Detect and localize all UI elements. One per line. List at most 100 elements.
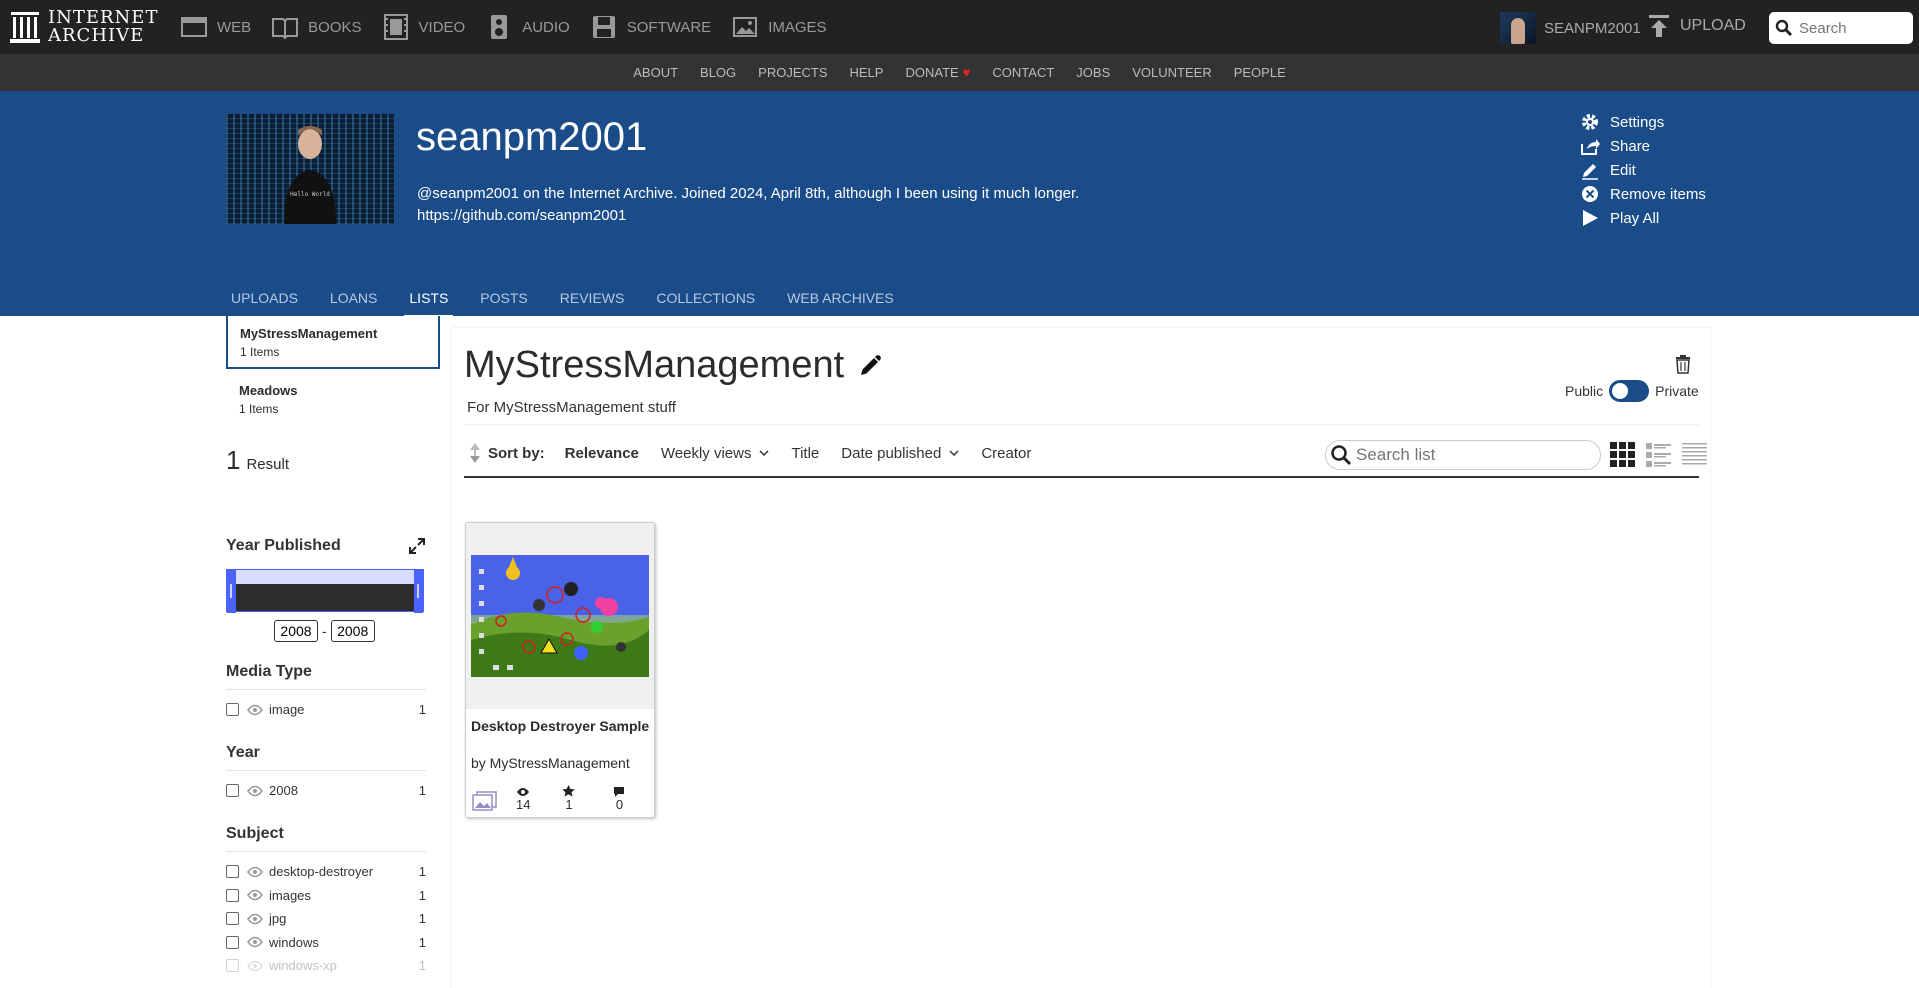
remove-circle-icon <box>1582 186 1598 202</box>
upload-label: UPLOAD <box>1680 17 1746 34</box>
media-images[interactable]: IMAGES <box>731 13 827 41</box>
media-audio[interactable]: AUDIO <box>485 13 570 41</box>
nav-help[interactable]: HELP <box>850 65 884 80</box>
eye-icon[interactable] <box>247 704 263 716</box>
user-menu[interactable]: SEANPM2001 <box>1500 12 1641 44</box>
nav-volunteer[interactable]: VOLUNTEER <box>1132 65 1211 80</box>
upload-button[interactable]: UPLOAD <box>1648 14 1746 38</box>
media-software[interactable]: SOFTWARE <box>590 13 711 41</box>
list-item-meadows[interactable]: Meadows 1 Items <box>226 375 440 424</box>
facet-label: windows <box>269 934 319 950</box>
privacy-toggle[interactable] <box>1609 380 1650 402</box>
facet-title: Subject <box>226 825 426 852</box>
media-books-label: BOOKS <box>308 18 362 36</box>
media-books[interactable]: BOOKS <box>271 13 362 41</box>
year-published-title: Year Published <box>226 537 341 554</box>
play-all-action[interactable]: Play All <box>1580 206 1706 230</box>
compact-list-view-icon[interactable] <box>1681 440 1708 468</box>
sort-option-label: Date published <box>841 444 942 462</box>
facet-row[interactable]: windows-xp 1 <box>226 954 426 978</box>
profile-link[interactable]: https://github.com/seanpm2001 <box>417 205 1117 227</box>
site-search-input[interactable] <box>1799 19 1903 37</box>
eye-icon[interactable] <box>247 785 263 797</box>
year-to-input[interactable] <box>330 620 375 642</box>
facet-checkbox[interactable] <box>226 959 239 973</box>
media-web[interactable]: WEB <box>180 13 251 41</box>
nav-jobs[interactable]: JOBS <box>1076 65 1110 80</box>
archive-building-icon <box>10 12 40 43</box>
year-histogram <box>226 569 424 613</box>
pencil-icon[interactable] <box>858 354 882 378</box>
nav-about[interactable]: ABOUT <box>633 65 678 80</box>
tab-reviews[interactable]: REVIEWS <box>555 290 630 318</box>
nav-people[interactable]: PEOPLE <box>1234 65 1286 80</box>
nav-projects[interactable]: PROJECTS <box>758 65 827 80</box>
histogram-min-handle[interactable] <box>227 570 236 613</box>
facet-checkbox[interactable] <box>226 784 239 798</box>
share-label: Share <box>1610 137 1651 155</box>
facet-checkbox[interactable] <box>226 912 239 926</box>
tab-web-archives[interactable]: WEB ARCHIVES <box>782 290 899 318</box>
item-tile[interactable]: Desktop Destroyer Sample by MyStressMana… <box>465 522 655 818</box>
sort-icon <box>470 443 480 463</box>
top-navigation-bar: INTERNET ARCHIVE WEB BOOKS VIDEO AUDIO S… <box>0 0 1919 54</box>
edit-action[interactable]: Edit <box>1580 158 1706 182</box>
eye-icon[interactable] <box>247 936 263 948</box>
list-item-mystressmanagement[interactable]: MyStressManagement 1 Items <box>226 316 440 369</box>
username-label: SEANPM2001 <box>1544 19 1641 37</box>
facet-checkbox[interactable] <box>226 935 239 949</box>
media-audio-label: AUDIO <box>522 18 570 36</box>
nav-contact[interactable]: CONTACT <box>992 65 1054 80</box>
sort-date-published[interactable]: Date published <box>841 445 959 462</box>
facet-checkbox[interactable] <box>226 888 239 902</box>
avatar-shirt-text: Hello World <box>290 191 330 198</box>
item-creator[interactable]: by MyStressManagement <box>471 755 630 771</box>
facet-checkbox[interactable] <box>226 703 239 717</box>
tab-lists[interactable]: LISTS <box>404 290 454 318</box>
tab-loans[interactable]: LOANS <box>325 290 382 318</box>
settings-action[interactable]: Settings <box>1580 110 1706 134</box>
facet-checkbox[interactable] <box>226 865 239 879</box>
tab-posts[interactable]: POSTS <box>475 290 532 318</box>
facet-row[interactable]: jpg 1 <box>226 907 426 931</box>
remove-items-action[interactable]: Remove items <box>1580 182 1706 206</box>
internet-archive-logo[interactable]: INTERNET ARCHIVE <box>10 9 158 45</box>
item-thumbnail <box>471 555 649 677</box>
sort-creator[interactable]: Creator <box>981 445 1031 462</box>
eye-icon[interactable] <box>247 866 263 878</box>
image-icon <box>733 17 758 37</box>
tab-uploads[interactable]: UPLOADS <box>226 290 303 318</box>
list-search-input[interactable] <box>1356 445 1586 465</box>
grid-view-icon[interactable] <box>1609 440 1636 468</box>
item-title[interactable]: Desktop Destroyer Sample <box>471 718 651 734</box>
histogram-max-handle[interactable] <box>414 570 423 613</box>
list-detail-view-icon[interactable] <box>1645 440 1672 468</box>
facet-row[interactable]: desktop-destroyer 1 <box>226 860 426 884</box>
facet-row[interactable]: image 1 <box>226 698 426 722</box>
facet-row[interactable]: windows 1 <box>226 931 426 955</box>
facet-year: Year 2008 1 <box>226 744 426 803</box>
view-mode-switcher <box>1609 440 1708 468</box>
eye-icon[interactable] <box>247 913 263 925</box>
image-icon <box>472 791 497 811</box>
facet-label: jpg <box>269 911 287 927</box>
facet-row[interactable]: 2008 1 <box>226 779 426 803</box>
facet-count: 1 <box>418 911 426 927</box>
nav-blog[interactable]: BLOG <box>700 65 736 80</box>
sort-relevance[interactable]: Relevance <box>565 445 639 462</box>
expand-icon[interactable] <box>408 537 426 555</box>
media-video[interactable]: VIDEO <box>382 13 465 41</box>
tab-collections[interactable]: COLLECTIONS <box>651 290 760 318</box>
nav-donate[interactable]: DONATE ♥ <box>905 65 970 80</box>
secondary-nav: ABOUT BLOG PROJECTS HELP DONATE ♥ CONTACT… <box>0 54 1919 91</box>
eye-icon[interactable] <box>247 889 263 901</box>
year-from-input[interactable] <box>274 620 318 642</box>
share-action[interactable]: Share <box>1580 134 1706 158</box>
trash-icon[interactable] <box>1674 354 1692 374</box>
facet-row[interactable]: images 1 <box>226 884 426 908</box>
eye-icon[interactable] <box>247 960 263 972</box>
facet-label: image <box>269 702 305 718</box>
sort-title[interactable]: Title <box>791 445 819 462</box>
year-range-inputs: - <box>274 620 375 642</box>
sort-weekly-views[interactable]: Weekly views <box>661 445 770 462</box>
